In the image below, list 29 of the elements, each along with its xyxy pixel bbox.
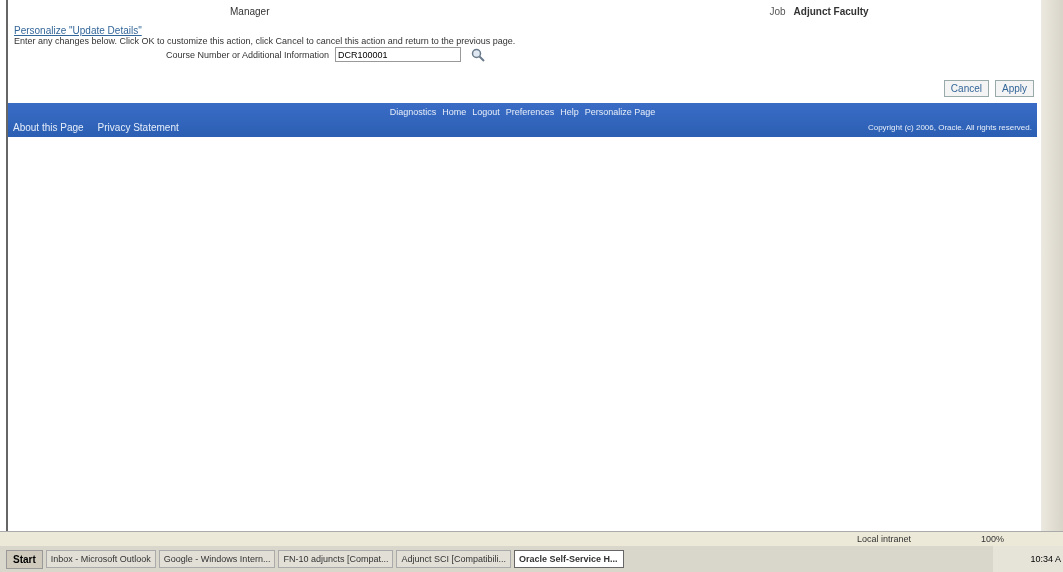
copyright-text: Copyright (c) 2006, Oracle. All rights reserved. [867, 123, 1032, 132]
clock-text: 10:34 A [1030, 554, 1062, 564]
global-link[interactable]: Home [442, 107, 467, 117]
scrollbar[interactable] [1041, 0, 1063, 531]
global-link[interactable]: Logout [472, 107, 500, 117]
manager-label: Manager [230, 5, 270, 17]
footer-link[interactable]: Privacy Statement [97, 122, 179, 133]
job-value: Adjunct Faculty [793, 5, 869, 17]
taskbar-button[interactable]: Oracle Self-Service H... [514, 550, 624, 568]
taskbar-button[interactable]: Adjunct SCI [Compatibili... [396, 550, 511, 568]
taskbar-button[interactable]: Google - Windows Intern... [158, 550, 276, 568]
zoom-text[interactable]: 100% [981, 534, 1005, 544]
taskbar-button[interactable]: Inbox - Microsoft Outlook [45, 550, 156, 568]
input-field[interactable]: DCR100001 [335, 47, 462, 62]
global-link[interactable]: Preferences [505, 107, 555, 117]
global-link[interactable]: Diagnostics [389, 107, 437, 117]
zone-text: Local intranet [857, 534, 912, 544]
search-icon[interactable] [471, 47, 486, 62]
action-button[interactable]: Apply [995, 80, 1034, 97]
action-button[interactable]: Cancel [943, 80, 989, 97]
footer-link[interactable]: About this Page [13, 122, 84, 133]
global-link[interactable]: Personalize Page [584, 107, 656, 117]
field-label: Course Number or Additional Information [166, 49, 330, 60]
job-label: Job [769, 5, 786, 17]
start-button[interactable]: Start [6, 549, 43, 569]
instructions-text: Enter any changes below. Click OK to customize this action, click Cancel to cancel this action and return to the previous page. [14, 36, 517, 46]
global-link[interactable]: Help [560, 107, 579, 117]
taskbar-button[interactable]: FN-10 adjuncts [Compat... [278, 550, 394, 568]
personalize-link[interactable]: Personalize "Update Details" [14, 25, 142, 36]
